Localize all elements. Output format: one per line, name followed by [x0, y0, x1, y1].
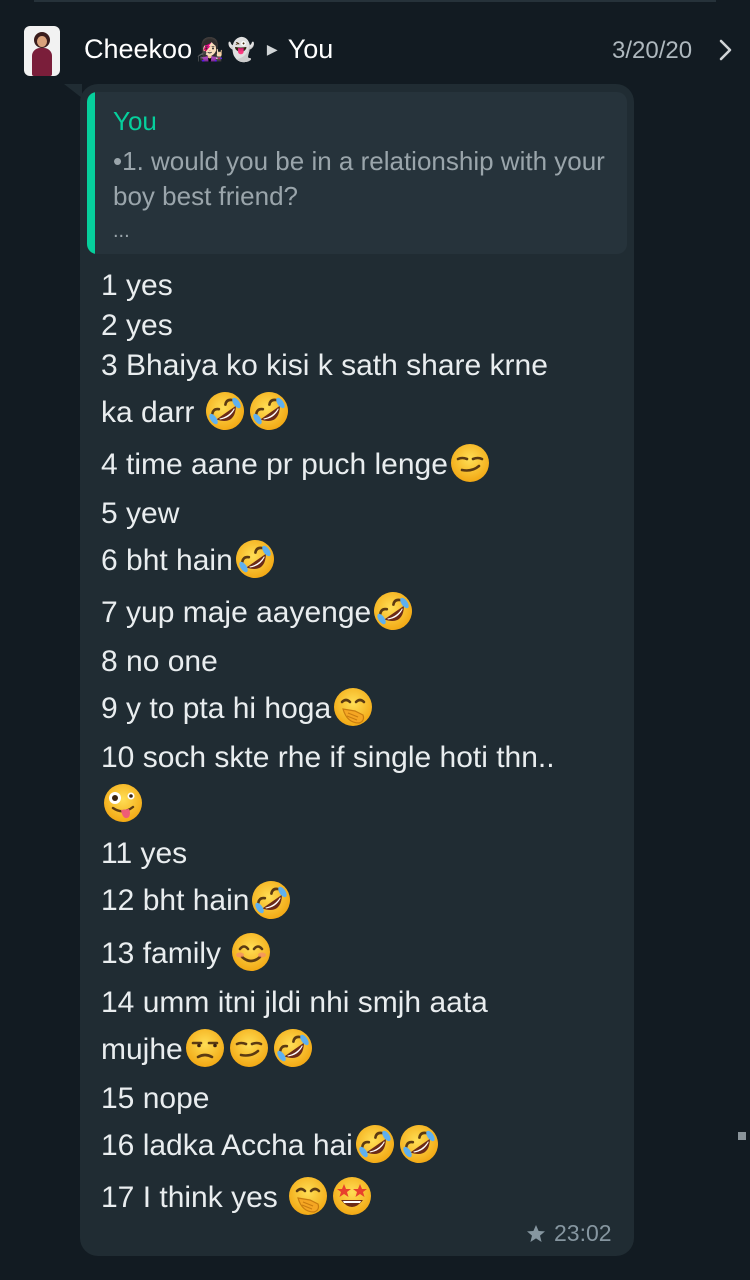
top-divider [34, 0, 716, 2]
message-line: 17 I think yes [101, 1175, 621, 1221]
rolling-laughing-emoji-icon [371, 589, 415, 633]
message-line: 9 y to pta hi hoga [101, 686, 621, 732]
sender-name: Cheekoo [84, 34, 193, 64]
message-line: 3 Bhaiya ko kisi k sath share krne [101, 349, 548, 382]
smirk-emoji-icon [448, 441, 492, 485]
message-line [101, 782, 621, 828]
rolling-laughing-emoji-icon [271, 1026, 315, 1070]
recipient-name: You [287, 34, 334, 64]
message-line: 7 yup maje aayenge [101, 590, 621, 636]
smirk-emoji-icon [227, 1026, 271, 1070]
message-line: 10 soch skte rhe if single hoti thn.. [101, 741, 555, 775]
message-line: mujhe [101, 1027, 621, 1073]
message-line: 11 yes [101, 837, 188, 871]
message-line: 1 yes [101, 269, 173, 302]
quoted-message[interactable]: You •1. would you be in a relationship w… [87, 92, 627, 254]
bubble-tail [64, 84, 82, 98]
sender-line: Cheekoo 👩🏻‍🎤 👻 ▶ You [84, 34, 333, 65]
rolling-laughing-emoji-icon [233, 537, 277, 581]
unamused-emoji-icon [183, 1026, 227, 1070]
message-meta: 23:02 [526, 1220, 612, 1247]
rolling-laughing-emoji-icon [353, 1122, 397, 1166]
avatar[interactable] [24, 26, 60, 76]
message-line: 4 time aane pr puch lenge [101, 442, 621, 488]
message-line: 14 umm itni jldi nhi smjh aata [101, 985, 488, 1019]
smiling-eyes-emoji-icon [229, 930, 273, 974]
chevron-right-icon[interactable] [716, 36, 736, 64]
forward-arrow-icon: ▶ [266, 41, 278, 57]
scrollbar-indicator[interactable] [738, 1132, 746, 1140]
message-line: 2 yes [101, 309, 173, 342]
hand-over-mouth-emoji-icon [331, 685, 375, 729]
message-text: 1 yes 2 yes 3 Bhaiya ko kisi k sath shar… [101, 266, 621, 1227]
quote-author: You [113, 106, 157, 136]
quote-text: •1. would you be in a relationship with … [113, 146, 605, 211]
message-time: 23:02 [554, 1220, 612, 1246]
message-line: 16 ladka Accha hai [101, 1123, 621, 1169]
star-struck-emoji-icon [330, 1174, 374, 1218]
sender-emoji-ghost: 👻 [227, 36, 255, 62]
message-line: 8 no one [101, 645, 218, 679]
quote-accent-bar [87, 92, 95, 254]
zany-face-emoji-icon [101, 781, 145, 825]
quote-more: ... [113, 220, 130, 242]
message-line: 13 family [101, 931, 621, 977]
message-line: ka darr [101, 390, 621, 436]
rolling-laughing-emoji-icon [397, 1122, 441, 1166]
message-info-header[interactable]: Cheekoo 👩🏻‍🎤 👻 ▶ You 3/20/20 [0, 20, 750, 84]
star-icon [527, 1224, 545, 1242]
message-date: 3/20/20 [612, 37, 693, 64]
message-line: 6 bht hain [101, 538, 621, 584]
hand-over-mouth-emoji-icon [286, 1174, 330, 1218]
sender-emoji-person: 👩🏻‍🎤 [196, 36, 224, 62]
message-line: 12 bht hain [101, 878, 621, 924]
message-line: 15 nope [101, 1081, 210, 1115]
message-line: 5 yew [101, 497, 180, 531]
rolling-laughing-emoji-icon [247, 389, 291, 433]
rolling-laughing-emoji-icon [203, 389, 247, 433]
rolling-laughing-emoji-icon [249, 878, 293, 922]
